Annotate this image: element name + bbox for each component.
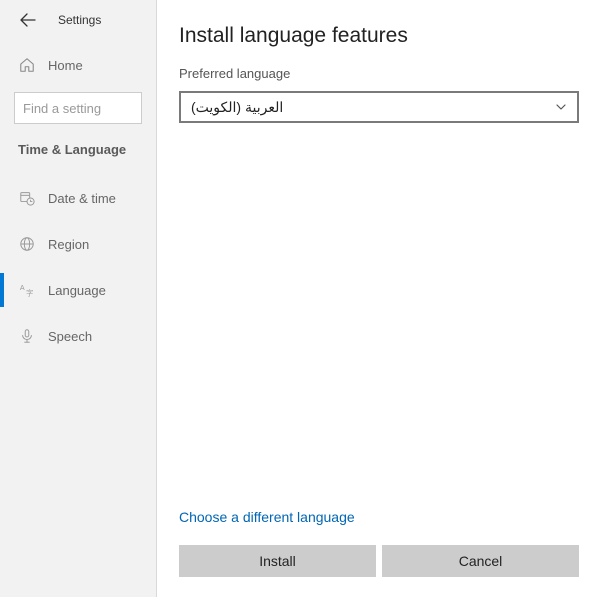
main-panel: Install language features Preferred lang… (157, 0, 601, 597)
bottom-area: Choose a different language Install Canc… (179, 509, 579, 577)
svg-text:字: 字 (26, 288, 33, 297)
back-arrow-icon[interactable] (20, 12, 36, 28)
svg-text:A: A (20, 284, 25, 292)
search-box[interactable] (14, 92, 142, 124)
preferred-language-label: Preferred language (179, 66, 579, 81)
preferred-language-dropdown[interactable]: العربية (الكويت) (179, 91, 579, 123)
section-heading: Time & Language (0, 142, 156, 175)
sidebar-item-language[interactable]: A字 Language (0, 267, 156, 313)
nav-label: Language (48, 283, 106, 298)
sidebar-item-home[interactable]: Home (0, 46, 156, 84)
globe-icon (18, 235, 36, 253)
nav-label: Date & time (48, 191, 116, 206)
button-row: Install Cancel (179, 545, 579, 577)
page-title: Install language features (179, 24, 579, 48)
sidebar-item-date-time[interactable]: Date & time (0, 175, 156, 221)
language-icon: A字 (18, 281, 36, 299)
install-button[interactable]: Install (179, 545, 376, 577)
home-icon (18, 56, 36, 74)
search-input[interactable] (23, 101, 133, 116)
chevron-down-icon (555, 101, 567, 113)
cancel-button[interactable]: Cancel (382, 545, 579, 577)
microphone-icon (18, 327, 36, 345)
choose-different-language-link[interactable]: Choose a different language (179, 509, 355, 525)
sidebar-item-speech[interactable]: Speech (0, 313, 156, 359)
nav-label: Speech (48, 329, 92, 344)
calendar-clock-icon (18, 189, 36, 207)
home-label: Home (48, 58, 83, 73)
nav-label: Region (48, 237, 89, 252)
sidebar-title: Settings (58, 13, 101, 27)
settings-sidebar: Settings Home Time & Language Date & tim… (0, 0, 157, 597)
sidebar-header: Settings (0, 12, 156, 46)
sidebar-item-region[interactable]: Region (0, 221, 156, 267)
dropdown-value: العربية (الكويت) (191, 99, 283, 116)
